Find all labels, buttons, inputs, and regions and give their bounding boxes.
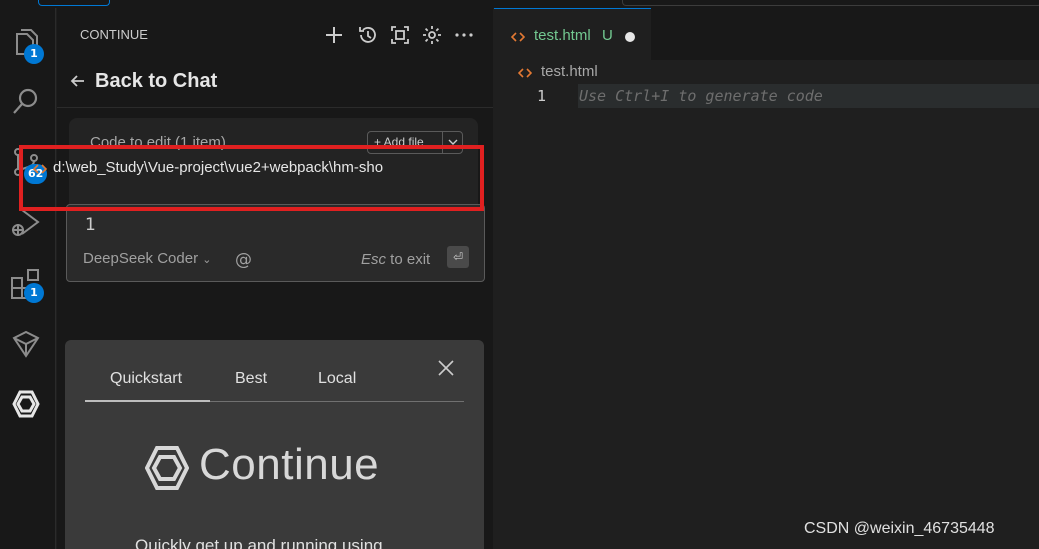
editor-area: test.html U test.html 1 Use Ctrl+I to ge… xyxy=(494,8,1039,549)
file-path: d:\web_Study\Vue-project\vue2+webpack\hm… xyxy=(53,159,384,176)
sidebar-header: CONTINUE xyxy=(57,8,493,60)
activity-bar: 1 62 1 xyxy=(0,8,56,549)
esc-hint: Esc to exit xyxy=(361,251,430,268)
title-bar-tab[interactable] xyxy=(38,0,110,6)
onboarding-description: Quickly get up and running using xyxy=(135,536,383,549)
remote-explorer-icon[interactable] xyxy=(8,326,44,362)
untracked-status: U xyxy=(602,27,613,44)
esc-suffix-label: to exit xyxy=(386,251,431,268)
sidebar-title: CONTINUE xyxy=(80,27,148,42)
line-number: 1 xyxy=(537,87,547,105)
continue-logo-icon xyxy=(144,444,190,492)
brand-name: Continue xyxy=(199,440,380,489)
tab-quickstart[interactable]: Quickstart xyxy=(110,370,182,388)
active-tab-indicator xyxy=(85,400,210,402)
continue-icon[interactable] xyxy=(8,386,44,422)
continue-sidebar: CONTINUE Back to Chat Code to edit (1 it… xyxy=(57,8,493,549)
edit-input[interactable]: 1 DeepSeek Coder ⌄ @ Esc to exit ⏎ xyxy=(66,204,485,282)
model-select-label: DeepSeek Coder xyxy=(83,250,199,267)
ghost-hint-text[interactable]: Use Ctrl+I to generate code xyxy=(579,87,823,105)
model-select[interactable]: DeepSeek Coder ⌄ xyxy=(83,250,211,267)
plus-icon[interactable] xyxy=(323,24,345,46)
unsaved-dot-icon[interactable] xyxy=(625,32,635,42)
html-file-icon xyxy=(33,161,48,175)
tab-test-html[interactable]: test.html U xyxy=(494,8,651,60)
edit-input-text: 1 xyxy=(85,215,96,235)
fullscreen-icon[interactable] xyxy=(389,24,411,46)
close-icon[interactable] xyxy=(437,359,455,377)
breadcrumb[interactable]: test.html xyxy=(541,63,598,80)
back-to-chat-label: Back to Chat xyxy=(95,70,218,92)
history-icon[interactable] xyxy=(357,24,379,46)
onboarding-card: Quickstart Best Local Continue Quickly g… xyxy=(65,340,484,549)
title-bar xyxy=(0,0,1039,8)
esc-key-label: Esc xyxy=(361,251,387,268)
more-icon[interactable] xyxy=(453,24,475,46)
explorer-badge: 1 xyxy=(24,44,44,64)
tab-label: test.html xyxy=(534,27,591,44)
chevron-down-icon: ⌄ xyxy=(202,254,212,266)
gear-icon[interactable] xyxy=(421,24,443,46)
html-file-icon xyxy=(510,29,526,43)
tab-local[interactable]: Local xyxy=(318,370,356,388)
editor-tabbar: test.html U xyxy=(494,8,1039,60)
at-mention-icon[interactable]: @ xyxy=(235,250,252,270)
extensions-badge: 1 xyxy=(24,283,44,303)
html-file-icon xyxy=(517,65,533,79)
arrow-left-icon xyxy=(69,72,87,90)
search-icon[interactable] xyxy=(8,84,44,120)
tab-best[interactable]: Best xyxy=(235,370,267,388)
command-center[interactable] xyxy=(622,0,1039,6)
back-to-chat-button[interactable]: Back to Chat xyxy=(57,60,493,108)
enter-icon[interactable]: ⏎ xyxy=(447,246,469,268)
watermark: CSDN @weixin_46735448 xyxy=(804,520,995,537)
file-item[interactable]: d:\web_Study\Vue-project\vue2+webpack\hm… xyxy=(33,158,478,184)
